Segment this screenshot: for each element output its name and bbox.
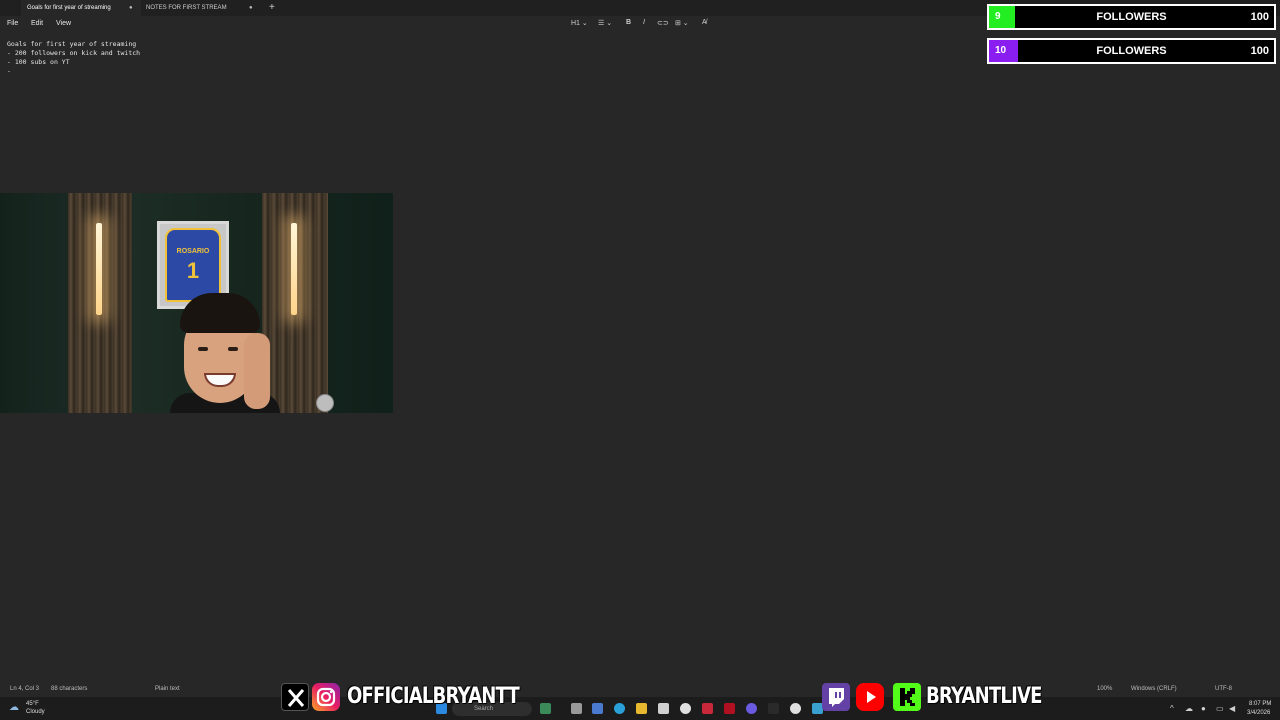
social-handle-right: BRYANTLIVE [926, 684, 1042, 709]
heading-label: H1 [571, 20, 580, 27]
chrome-icon[interactable] [680, 703, 691, 714]
onedrive-icon[interactable]: ☁ [1185, 704, 1193, 713]
tab-notes[interactable]: NOTES FOR FIRST STREAM [140, 0, 260, 16]
follower-goal-bar: 10 FOLLOWERS 100 [987, 38, 1276, 64]
tab-goals[interactable]: Goals for first year of streaming [21, 0, 141, 16]
network-icon[interactable]: ▭ [1216, 704, 1224, 713]
weather-condition[interactable]: Cloudy [26, 709, 45, 715]
follower-goal-bar: 9 FOLLOWERS 100 [987, 4, 1276, 30]
social-handle-left: OFFICIALBRYANTT [347, 684, 520, 709]
encoding[interactable]: UTF-8 [1215, 686, 1232, 692]
basketball-icon [316, 394, 334, 412]
eye [198, 347, 208, 351]
cloud-icon: ☁ [9, 702, 19, 713]
edge-icon[interactable] [614, 703, 625, 714]
eye [228, 347, 238, 351]
table-icon[interactable]: ⊞ ⌄ [675, 19, 689, 27]
youtube-icon [856, 683, 884, 711]
wall-light [96, 223, 102, 315]
zoom-level[interactable]: 100% [1097, 686, 1112, 692]
text-format[interactable]: Plain text [155, 686, 180, 692]
jersey-number: 1 [186, 258, 200, 283]
mic-icon[interactable]: ● [1201, 704, 1206, 713]
tab-label: Goals for first year of streaming [27, 5, 111, 11]
goal-label: FOLLOWERS [1096, 11, 1167, 23]
goal-target: 100 [1250, 45, 1269, 57]
twitch-icon [822, 683, 850, 711]
document-line: - 200 followers on kick and twitch [7, 49, 141, 57]
file-explorer-icon[interactable] [636, 703, 647, 714]
app-icon[interactable] [702, 703, 713, 714]
document-line: Goals for first year of streaming [7, 40, 137, 48]
clock-date[interactable]: 3/4/2026 [1247, 710, 1270, 716]
streamer [170, 293, 280, 413]
jersey: ROSARIO 1 [165, 228, 221, 302]
tab-close-icon[interactable]: ● [249, 0, 253, 16]
smile [204, 373, 236, 387]
clear-format-icon[interactable]: A̸ [702, 19, 707, 26]
jersey-name: ROSARIO [176, 248, 210, 255]
add-tab-icon[interactable]: + [269, 0, 275, 16]
hair [180, 293, 260, 333]
tab-label: NOTES FOR FIRST STREAM [146, 5, 227, 11]
link-icon[interactable]: ⊂⊃ [657, 19, 669, 27]
goal-target: 100 [1250, 11, 1269, 23]
chrome-icon[interactable] [790, 703, 801, 714]
goal-label: FOLLOWERS [1096, 45, 1167, 57]
weather-temp[interactable]: 45°F [26, 701, 39, 707]
menu-view[interactable]: View [56, 20, 71, 27]
document-line: - 100 subs on YT [7, 58, 70, 66]
character-count: 88 characters [51, 686, 88, 692]
document-line: - [7, 67, 11, 75]
heading-dropdown[interactable]: H1 ⌄ [571, 19, 588, 27]
widgets-icon[interactable] [540, 703, 551, 714]
list-icon[interactable]: ☰ ⌄ [598, 19, 612, 27]
acrobat-icon[interactable] [724, 703, 735, 714]
italic-icon[interactable]: I [643, 19, 645, 26]
webcam-feed: ROSARIO 1 [0, 193, 393, 413]
store-icon[interactable] [658, 703, 669, 714]
wall-light [291, 223, 297, 315]
cursor-position: Ln 4, Col 3 [10, 686, 40, 692]
instagram-icon [312, 683, 340, 711]
x-icon [281, 683, 309, 711]
bold-icon[interactable]: B [626, 19, 631, 26]
copilot-icon[interactable] [592, 703, 603, 714]
line-ending[interactable]: Windows (CRLF) [1131, 686, 1177, 692]
chevron-up-icon[interactable]: ^ [1170, 704, 1174, 713]
terminal-icon[interactable] [768, 703, 779, 714]
hand [244, 333, 270, 409]
kick-icon [893, 683, 921, 711]
menu-file[interactable]: File [7, 20, 18, 27]
menu-edit[interactable]: Edit [31, 20, 43, 27]
discord-icon[interactable] [746, 703, 757, 714]
tab-close-icon[interactable]: ● [129, 0, 133, 16]
document-body[interactable]: Goals for first year of streaming - 200 f… [7, 40, 140, 76]
clock-time[interactable]: 8:07 PM [1249, 701, 1271, 707]
task-view-icon[interactable] [571, 703, 582, 714]
volume-icon[interactable]: ◀ [1229, 704, 1235, 713]
